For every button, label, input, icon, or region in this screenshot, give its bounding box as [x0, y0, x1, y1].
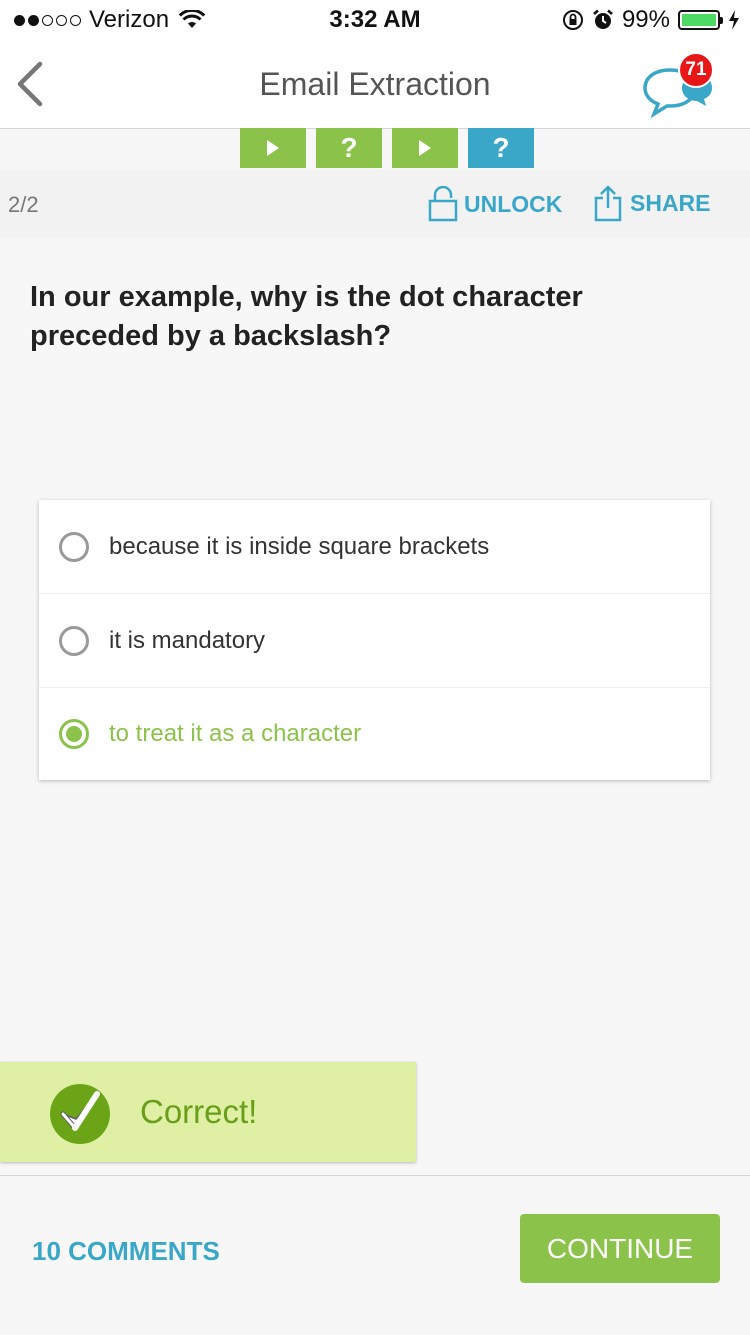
orientation-lock-icon [562, 10, 583, 30]
tab-quiz-1[interactable]: ? [316, 128, 382, 168]
page-title: Email Extraction [259, 66, 491, 102]
tab-lesson-1[interactable] [240, 128, 306, 168]
battery-percent: 99% [621, 6, 670, 33]
answer-option-label: because it is inside square brackets [109, 532, 490, 560]
tab-lesson-2[interactable] [392, 128, 458, 168]
question-icon: ? [492, 132, 510, 163]
answer-option[interactable]: it is mandatory [39, 594, 710, 688]
radio-button[interactable] [59, 625, 89, 656]
notification-badge: 71 [678, 52, 714, 88]
answer-option[interactable]: because it is inside square brackets [39, 500, 710, 594]
status-right: 99% [562, 6, 740, 34]
alarm-icon [593, 9, 613, 29]
share-icon [594, 185, 622, 222]
result-banner: Correct! [0, 1062, 416, 1162]
checkmark-icon [50, 1084, 110, 1144]
answer-option-selected[interactable]: to treat it as a character [39, 688, 710, 780]
sub-header: 2/2 UNLOCK SHARE [0, 170, 750, 238]
play-icon [267, 140, 279, 156]
battery-icon [678, 10, 723, 30]
footer: 10 COMMENTS CONTINUE [0, 1175, 750, 1335]
unlock-button[interactable]: UNLOCK [428, 186, 562, 222]
continue-button[interactable]: CONTINUE [520, 1214, 720, 1283]
nav-bar: Email Extraction 71 [0, 40, 750, 129]
lesson-progress-tabs: ? ? [240, 128, 534, 168]
page-counter: 2/2 [8, 192, 39, 217]
question-icon: ? [340, 132, 358, 163]
result-label: Correct! [140, 1093, 258, 1130]
discussion-button[interactable]: 71 [640, 48, 720, 120]
status-bar: Verizon 3:32 AM 99% [0, 0, 750, 40]
question-text: In our example, why is the dot character… [30, 281, 583, 352]
radio-button-checked[interactable] [59, 719, 89, 749]
charging-icon [729, 10, 739, 30]
unlock-label: UNLOCK [464, 190, 563, 217]
answer-option-label: it is mandatory [109, 626, 266, 654]
check-glyph [60, 1091, 100, 1131]
answer-options: because it is inside square brackets it … [39, 500, 710, 780]
share-label: SHARE [630, 189, 711, 216]
tab-quiz-2[interactable]: ? [468, 128, 534, 168]
comments-link[interactable]: 10 COMMENTS [32, 1236, 220, 1267]
radio-button[interactable] [59, 531, 89, 562]
battery-level [682, 14, 716, 26]
share-button[interactable]: SHARE [594, 184, 711, 222]
play-icon [419, 140, 431, 156]
lock-icon [428, 186, 458, 222]
radio-dot [66, 726, 82, 742]
answer-option-label: to treat it as a character [109, 720, 362, 747]
